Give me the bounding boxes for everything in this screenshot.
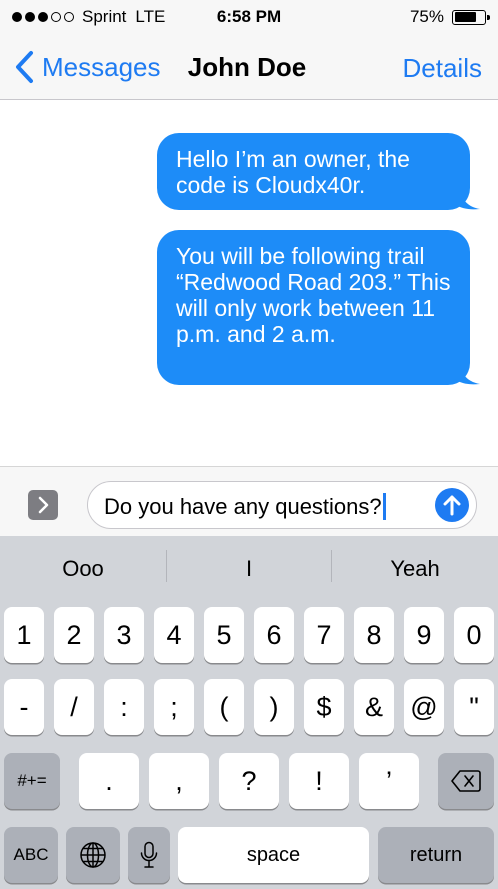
bubble-tail [454,190,480,210]
key-open-paren[interactable]: ( [204,679,244,735]
globe-icon [80,842,106,868]
suggestion-1[interactable]: Ooo [0,536,166,602]
key-comma[interactable]: , [149,753,209,809]
suggestion-2[interactable]: I [167,536,331,602]
key-7[interactable]: 7 [304,607,344,663]
globe-key[interactable] [66,827,120,883]
keyboard: Ooo I Yeah 1 2 3 4 5 6 7 8 9 0 - / : ; (… [0,536,498,889]
key-close-paren[interactable]: ) [254,679,294,735]
key-at[interactable]: @ [404,679,444,735]
key-slash[interactable]: / [54,679,94,735]
key-more-symbols[interactable]: #+= [4,753,60,809]
key-9[interactable]: 9 [404,607,444,663]
key-colon[interactable]: : [104,679,144,735]
bubble-tail [454,365,480,385]
space-key[interactable]: space [178,827,369,883]
key-1[interactable]: 1 [4,607,44,663]
key-5[interactable]: 5 [204,607,244,663]
message-thread: Hello I’m an owner, the code is Cloudx40… [0,101,498,466]
backspace-icon [451,770,481,792]
key-2[interactable]: 2 [54,607,94,663]
compose-bar: Do you have any questions? [0,466,498,536]
message-input[interactable]: Do you have any questions? [87,481,477,529]
send-button[interactable] [435,488,469,522]
message-text: You will be following trail “Redwood Roa… [176,243,451,347]
details-button[interactable]: Details [403,53,482,84]
battery-percent: 75% [409,7,444,26]
quicktype-bar: Ooo I Yeah [0,536,498,602]
key-quote[interactable]: " [454,679,494,735]
battery-icon [452,9,490,25]
key-period[interactable]: . [79,753,139,809]
key-0[interactable]: 0 [454,607,494,663]
key-4[interactable]: 4 [154,607,194,663]
status-right: 75% [409,7,490,27]
microphone-icon [140,841,158,868]
key-hyphen[interactable]: - [4,679,44,735]
message-bubble-outgoing[interactable]: You will be following trail “Redwood Roa… [157,230,480,385]
status-bar: Sprint LTE 6:58 PM 75% [0,0,498,36]
message-input-text: Do you have any questions? [104,494,382,519]
dictation-key[interactable] [128,827,170,883]
key-question[interactable]: ? [219,753,279,809]
return-key[interactable]: return [378,827,494,883]
suggestion-3[interactable]: Yeah [332,536,498,602]
key-ampersand[interactable]: & [354,679,394,735]
key-exclamation[interactable]: ! [289,753,349,809]
key-6[interactable]: 6 [254,607,294,663]
key-dollar[interactable]: $ [304,679,344,735]
key-semicolon[interactable]: ; [154,679,194,735]
key-8[interactable]: 8 [354,607,394,663]
message-text: Hello I’m an owner, the code is Cloudx40… [176,146,410,198]
contact-name: John Doe [187,52,307,82]
arrow-up-icon [443,495,461,516]
delete-key[interactable] [438,753,494,809]
text-cursor [382,493,386,520]
key-apostrophe[interactable]: ’ [359,753,419,809]
message-bubble-outgoing[interactable]: Hello I’m an owner, the code is Cloudx40… [157,133,480,210]
navigation-bar: Messages John Doe Details [0,36,498,100]
expand-apps-button[interactable] [28,490,58,520]
key-3[interactable]: 3 [104,607,144,663]
chevron-right-icon [38,496,49,514]
key-abc[interactable]: ABC [4,827,58,883]
